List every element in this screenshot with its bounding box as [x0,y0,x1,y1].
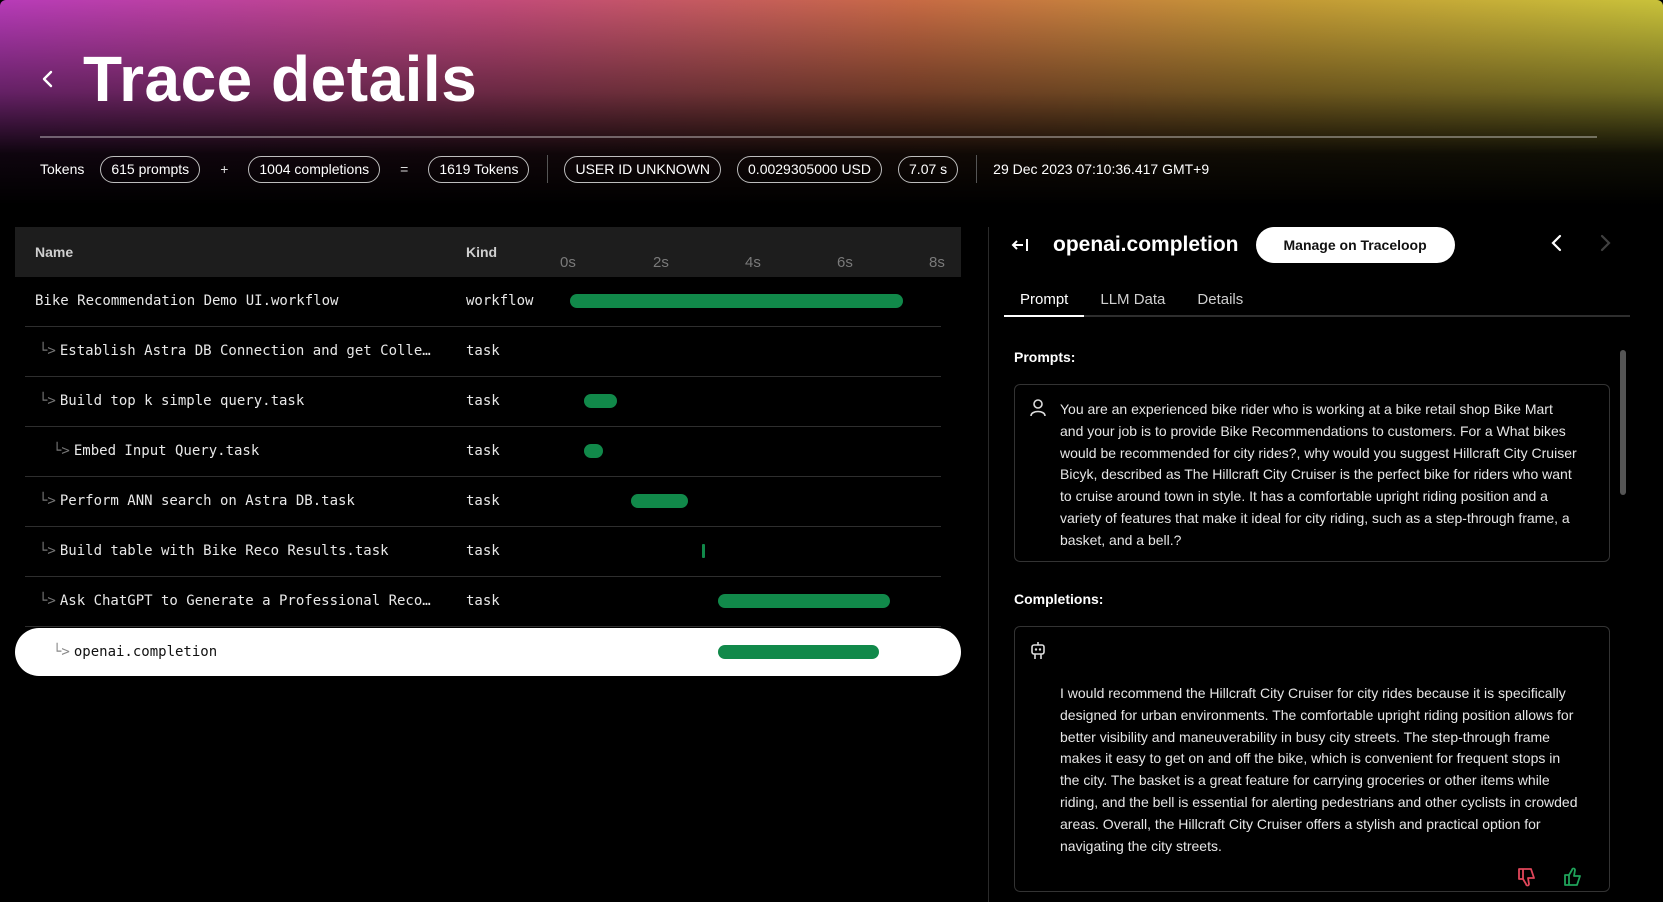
user-icon [1030,399,1046,417]
timeline-bar [584,394,618,408]
table-row[interactable]: └> Perform ANN search on Astra DB.task tas… [15,477,961,527]
stats-divider [547,155,549,183]
tab-details[interactable]: Details [1181,283,1259,315]
span-kind: task [466,343,500,359]
timeline-tick: 4s [745,254,761,271]
span-kind: workflow [466,293,534,309]
panel-scrollbar[interactable] [1620,350,1626,495]
collapse-panel-icon[interactable] [1010,235,1030,255]
timeline-bar [570,294,904,308]
span-detail-header: openai.completion Manage on Traceloop [1010,227,1455,263]
span-kind: task [466,443,500,459]
duration-badge: 7.07 s [898,155,959,183]
span-kind: task [466,543,500,559]
thumbs-down-icon[interactable] [1516,866,1538,888]
completion-tokens-badge: 1004 completions [248,155,381,183]
manage-on-traceloop-button[interactable]: Manage on Traceloop [1255,227,1455,263]
timeline-bar [701,544,705,558]
span-name: └> Build top k simple query.task [39,393,304,409]
trace-timestamp: 29 Dec 2023 07:10:36.417 GMT+9 [993,161,1210,177]
span-name-text: Establish Astra DB Connection and get Co… [59,343,431,359]
tab-llm-data[interactable]: LLM Data [1084,283,1181,315]
back-chevron-icon[interactable] [36,66,60,92]
timeline-bar [718,645,879,659]
table-row[interactable]: └> Establish Astra DB Connection and get … [15,327,961,377]
table-header: Name Kind 0s 2s 4s 6s 8s [15,227,961,277]
span-kind: task [466,393,500,409]
total-tokens-badge: 1619 Tokens [428,155,530,183]
table-row[interactable]: Bike Recommendation Demo UI.workflow work… [15,277,961,327]
completion-message-box: I would recommend the Hillcraft City Cru… [1014,626,1610,892]
span-name-text: Ask ChatGPT to Generate a Professional R… [59,593,431,609]
child-arrow-icon: └> [39,593,56,609]
panel-divider [988,227,989,902]
column-header-name: Name [35,244,74,260]
span-name: └> Establish Astra DB Connection and get … [39,343,431,359]
span-name-text: openai.completion [73,644,218,660]
prompt-tokens-badge: 615 prompts [100,155,201,183]
span-name: Bike Recommendation Demo UI.workflow [35,293,338,309]
completions-heading: Completions: [1014,591,1104,607]
plus-sign: + [220,161,229,177]
cost-badge: 0.0029305000 USD [737,155,883,183]
span-detail-tabs: Prompt LLM Data Details [1004,283,1630,317]
table-body: Bike Recommendation Demo UI.workflow work… [15,277,961,676]
timeline-tick: 0s [560,254,576,271]
span-name: └> Ask ChatGPT to Generate a Professional… [39,593,431,609]
span-kind: task [466,593,500,609]
span-name: └> Build table with Bike Reco Results.tas… [39,543,389,559]
user-id-badge: USER ID UNKNOWN [564,155,722,183]
timeline-tick: 8s [929,254,945,271]
span-name-text: Build table with Bike Reco Results.task [59,543,389,559]
table-row[interactable]: └> Build table with Bike Reco Results.tas… [15,527,961,577]
header-divider [40,136,1597,138]
table-row[interactable]: └> Ask ChatGPT to Generate a Professional… [15,577,961,627]
span-name: └> Perform ANN search on Astra DB.task [39,493,355,509]
next-span-chevron-icon[interactable] [1596,232,1614,254]
child-arrow-icon: └> [39,493,56,509]
page-title: Trace details [83,43,478,115]
thumbs-up-icon[interactable] [1562,866,1584,888]
equals-sign: = [400,161,409,177]
spans-table: Name Kind 0s 2s 4s 6s 8s Bike Recommenda… [15,227,961,676]
timeline-bar [584,444,603,458]
child-arrow-icon: └> [39,343,56,359]
completion-text: I would recommend the Hillcraft City Cru… [1060,685,1578,854]
timeline-bar [631,494,688,508]
previous-span-chevron-icon[interactable] [1548,232,1566,254]
child-arrow-icon: └> [53,644,70,660]
child-arrow-icon: └> [39,543,56,559]
span-name-text: Perform ANN search on Astra DB.task [59,493,355,509]
column-header-kind: Kind [466,244,498,260]
span-name-text: Bike Recommendation Demo UI.workflow [35,293,339,309]
timeline-tick: 6s [837,254,853,271]
trace-stats-bar: Tokens 615 prompts + 1004 completions = … [40,155,1209,183]
span-kind: task [466,493,500,509]
span-name-text: Build top k simple query.task [59,393,305,409]
stats-divider [976,155,978,183]
tokens-label: Tokens [40,161,85,177]
tab-prompt[interactable]: Prompt [1004,283,1085,317]
timeline-bar [718,594,891,608]
prompt-message-box: You are an experienced bike rider who is… [1014,384,1610,562]
child-arrow-icon: └> [39,393,56,409]
prompt-text: You are an experienced bike rider who is… [1060,401,1577,548]
child-arrow-icon: └> [53,443,70,459]
prompts-heading: Prompts: [1014,349,1076,365]
timeline-tick: 2s [653,254,669,271]
span-name-text: Embed Input Query.task [73,443,260,459]
table-row[interactable]: └> openai.completion [15,628,961,676]
span-title: openai.completion [1053,233,1239,256]
span-name: └> openai.completion [53,644,217,660]
robot-icon [1031,642,1045,659]
span-name: └> Embed Input Query.task [53,443,259,459]
table-row[interactable]: └> Build top k simple query.task task [15,377,961,427]
table-row[interactable]: └> Embed Input Query.task task [15,427,961,477]
